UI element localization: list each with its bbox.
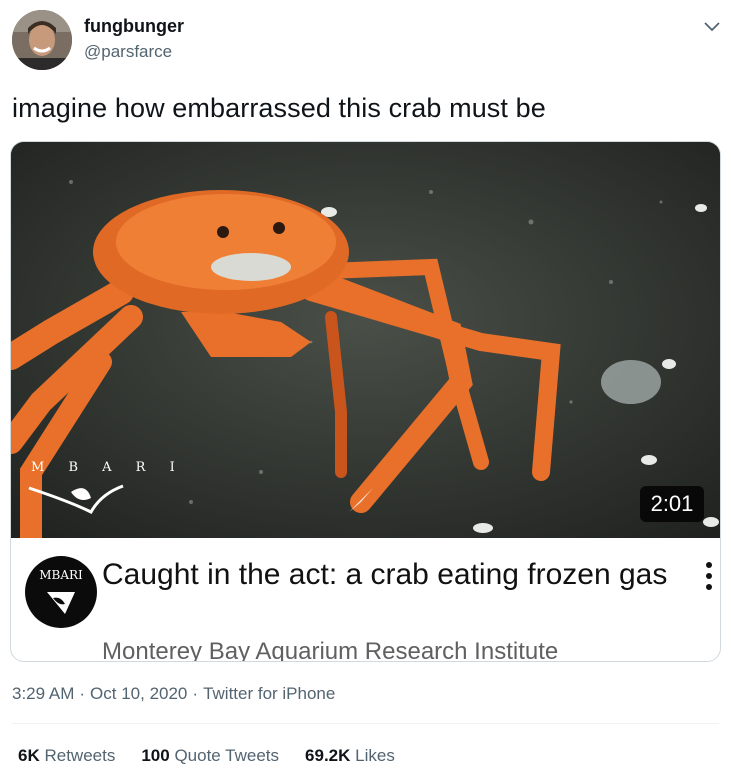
meta-separator: · xyxy=(79,684,86,703)
quotes-count: 100 xyxy=(141,746,170,765)
avatar[interactable] xyxy=(12,10,72,70)
video-duration-badge: 2:01 xyxy=(640,486,704,522)
chevron-down-icon[interactable] xyxy=(700,14,724,38)
author-handle[interactable]: @parsfarce xyxy=(84,42,172,62)
channel-avatar[interactable]: MBARI xyxy=(25,556,97,628)
likes-stat[interactable]: 69.2K Likes xyxy=(305,746,395,766)
retweets-stat[interactable]: 6K Retweets xyxy=(18,746,115,766)
quotes-label: Quote Tweets xyxy=(174,746,280,765)
video-thumbnail[interactable]: M B A R I 2:01 xyxy=(11,142,720,538)
more-options-icon[interactable] xyxy=(701,560,717,594)
tweet-stats: 6K Retweets 100 Quote Tweets 69.2K Likes xyxy=(18,746,421,766)
quote-tweets-stat[interactable]: 100 Quote Tweets xyxy=(141,746,279,766)
author-name[interactable]: fungbunger xyxy=(84,16,184,37)
tweet-source[interactable]: Twitter for iPhone xyxy=(203,684,335,703)
video-title[interactable]: Caught in the act: a crab eating frozen … xyxy=(102,555,672,595)
likes-count: 69.2K xyxy=(305,746,351,765)
video-card[interactable]: M B A R I 2:01 MBARI Caught in the act: … xyxy=(10,141,721,662)
retweets-label: Retweets xyxy=(44,746,116,765)
mbari-logo-icon xyxy=(47,592,75,614)
retweets-count: 6K xyxy=(18,746,40,765)
tweet-meta: 3:29 AM · Oct 10, 2020 · Twitter for iPhone xyxy=(12,684,335,704)
crab-image xyxy=(11,142,720,538)
likes-label: Likes xyxy=(355,746,395,765)
video-watermark: M B A R I xyxy=(31,460,185,475)
tweet-time[interactable]: 3:29 AM xyxy=(12,684,74,703)
divider xyxy=(12,723,719,724)
tweet-date[interactable]: Oct 10, 2020 xyxy=(90,684,187,703)
channel-logo-text: MBARI xyxy=(39,568,83,582)
channel-name[interactable]: Monterey Bay Aquarium Research Institute xyxy=(102,638,558,661)
meta-separator: · xyxy=(192,684,199,703)
profile-photo-icon xyxy=(12,10,72,70)
tweet-text: imagine how embarrassed this crab must b… xyxy=(12,93,546,123)
